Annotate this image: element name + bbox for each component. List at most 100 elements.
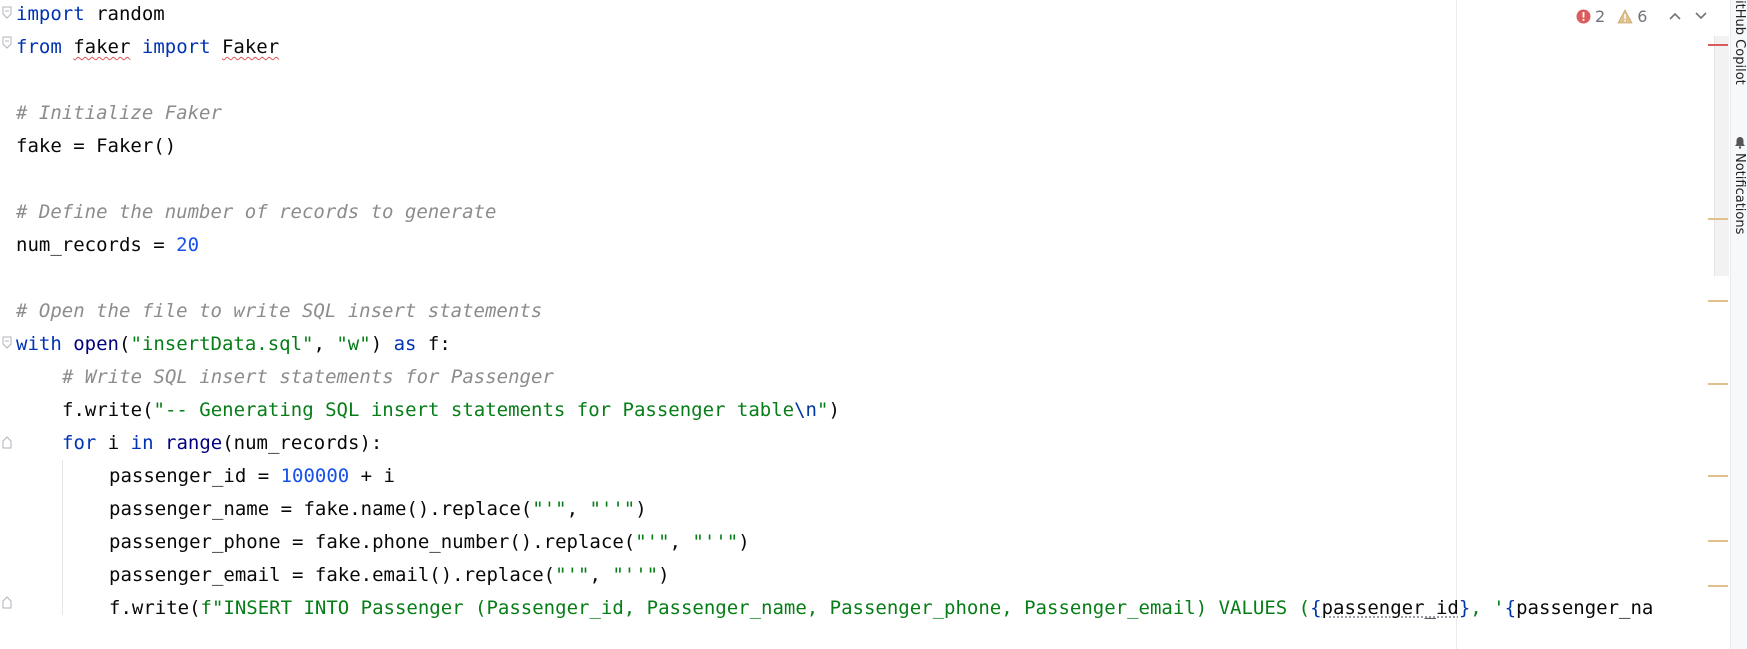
warning-count-label: 6 xyxy=(1637,6,1648,26)
code-token: passenger_email = fake.email().replace( xyxy=(109,564,556,586)
code-line-2[interactable]: from faker import Faker xyxy=(16,33,279,66)
string-token: "insertData.sql" xyxy=(130,333,314,355)
brace-token: { xyxy=(1310,597,1322,619)
fold-end-icon[interactable] xyxy=(2,436,12,449)
code-token: i xyxy=(96,432,131,454)
code-token: ( xyxy=(118,333,131,355)
code-token: (num_records): xyxy=(222,432,383,454)
keyword-token: import xyxy=(16,3,85,25)
code-editor[interactable]: import random from faker import Faker # … xyxy=(0,0,1747,649)
code-token: num_records = xyxy=(16,234,177,256)
error-marker[interactable] xyxy=(1708,44,1728,46)
chevron-down-icon xyxy=(1695,12,1707,20)
code-token: ) xyxy=(738,531,750,553)
string-token: "-- Generating SQL insert statements for… xyxy=(153,399,795,421)
number-token: 100000 xyxy=(280,465,350,487)
bell-icon xyxy=(1734,137,1745,149)
code-line-5[interactable]: fake = Faker() xyxy=(16,132,176,165)
code-line-13[interactable]: f.write("-- Generating SQL insert statem… xyxy=(62,396,840,429)
right-tool-window-strip: GitHub Copilot Notifications xyxy=(1730,0,1747,649)
code-token: passenger_phone = fake.phone_number().re… xyxy=(109,531,636,553)
typo-token: faker xyxy=(73,36,131,58)
code-line-4[interactable]: # Initialize Faker xyxy=(16,99,222,132)
string-token: "'" xyxy=(635,531,670,553)
fold-start-icon[interactable] xyxy=(2,36,12,49)
code-token: ) xyxy=(370,333,394,355)
brace-token: { xyxy=(1504,597,1517,619)
comment-token: # Define the number of records to genera… xyxy=(16,201,497,223)
scrollbar-thumb[interactable] xyxy=(1714,36,1729,276)
code-line-8[interactable]: num_records = 20 xyxy=(16,231,199,264)
code-line-16[interactable]: passenger_name = fake.name().replace("'"… xyxy=(109,495,647,528)
string-token: " xyxy=(817,399,829,421)
code-token: + i xyxy=(349,465,395,487)
string-token: , ' xyxy=(1470,597,1505,619)
string-token: "''" xyxy=(612,564,659,586)
error-count-label: 2 xyxy=(1595,6,1606,26)
code-token: ) xyxy=(635,498,647,520)
warning-triangle-icon xyxy=(1617,8,1633,23)
typo-token: Faker xyxy=(221,36,280,58)
code-line-1[interactable]: import random xyxy=(16,0,165,33)
string-token: "''" xyxy=(692,531,739,553)
fold-end-icon[interactable] xyxy=(2,596,12,609)
code-token: , xyxy=(669,531,693,553)
code-token: , xyxy=(313,333,337,355)
code-token: passenger_name = fake.name().replace( xyxy=(109,498,533,520)
error-circle-icon xyxy=(1576,9,1591,23)
code-line-7[interactable]: # Define the number of records to genera… xyxy=(16,198,496,231)
chevron-up-icon xyxy=(1669,12,1681,20)
code-token: random xyxy=(84,3,165,25)
keyword-token: import xyxy=(141,36,211,58)
number-token: 20 xyxy=(176,234,200,256)
code-line-19[interactable]: f.write(f"INSERT INTO Passenger (Passeng… xyxy=(109,594,1653,627)
notifications-label: Notifications xyxy=(1732,153,1747,235)
warning-marker[interactable] xyxy=(1708,475,1728,477)
code-token: f.write( xyxy=(109,597,201,619)
code-token: , xyxy=(589,564,613,586)
builtin-token: open xyxy=(73,333,119,355)
string-token: "w" xyxy=(336,333,371,355)
code-line-17[interactable]: passenger_phone = fake.phone_number().re… xyxy=(109,528,750,561)
inspection-widget[interactable]: 2 6 xyxy=(1576,4,1711,28)
warning-marker[interactable] xyxy=(1708,383,1728,385)
code-token: fake = Faker() xyxy=(16,135,177,157)
warning-marker[interactable] xyxy=(1708,585,1728,587)
code-line-10[interactable]: # Open the file to write SQL insert stat… xyxy=(16,297,542,330)
string-token: "'" xyxy=(532,498,567,520)
fold-start-icon[interactable] xyxy=(2,336,12,349)
keyword-token: with xyxy=(16,333,62,355)
string-token: "''" xyxy=(589,498,636,520)
builtin-token: range xyxy=(165,432,223,454)
escape-token: \n xyxy=(794,399,817,421)
editor-gutter xyxy=(0,0,16,649)
keyword-token: for xyxy=(62,432,97,454)
github-copilot-tab[interactable]: GitHub Copilot xyxy=(1731,0,1747,105)
indent-guide xyxy=(62,460,63,615)
code-line-18[interactable]: passenger_email = fake.email().replace("… xyxy=(109,561,670,594)
code-token: f: xyxy=(416,333,451,355)
template-variable: passenger_id xyxy=(1321,597,1459,619)
keyword-token: from xyxy=(16,36,62,58)
fold-start-icon[interactable] xyxy=(2,6,12,19)
warning-count[interactable]: 6 xyxy=(1617,7,1647,26)
code-token: ) xyxy=(828,399,840,421)
code-line-15[interactable]: passenger_id = 100000 + i xyxy=(109,462,395,495)
error-count[interactable]: 2 xyxy=(1576,7,1605,26)
brace-token: } xyxy=(1458,597,1471,619)
warning-marker[interactable] xyxy=(1708,540,1728,542)
code-token: , xyxy=(566,498,590,520)
notifications-tab[interactable]: Notifications xyxy=(1731,136,1747,266)
code-line-11[interactable]: with open("insertData.sql", "w") as f: xyxy=(16,330,451,363)
warning-marker[interactable] xyxy=(1708,218,1728,220)
code-line-14[interactable]: for i in range(num_records): xyxy=(62,429,382,462)
template-variable: passenger_na xyxy=(1516,597,1654,619)
previous-problem-button[interactable] xyxy=(1665,6,1685,26)
code-area[interactable]: import random from faker import Faker # … xyxy=(16,0,1706,649)
code-token: ) xyxy=(658,564,670,586)
warning-marker[interactable] xyxy=(1708,300,1728,302)
code-token: passenger_id = xyxy=(109,465,281,487)
github-copilot-label: GitHub Copilot xyxy=(1732,0,1747,85)
string-token: "'" xyxy=(555,564,590,586)
code-line-12[interactable]: # Write SQL insert statements for Passen… xyxy=(62,363,554,396)
